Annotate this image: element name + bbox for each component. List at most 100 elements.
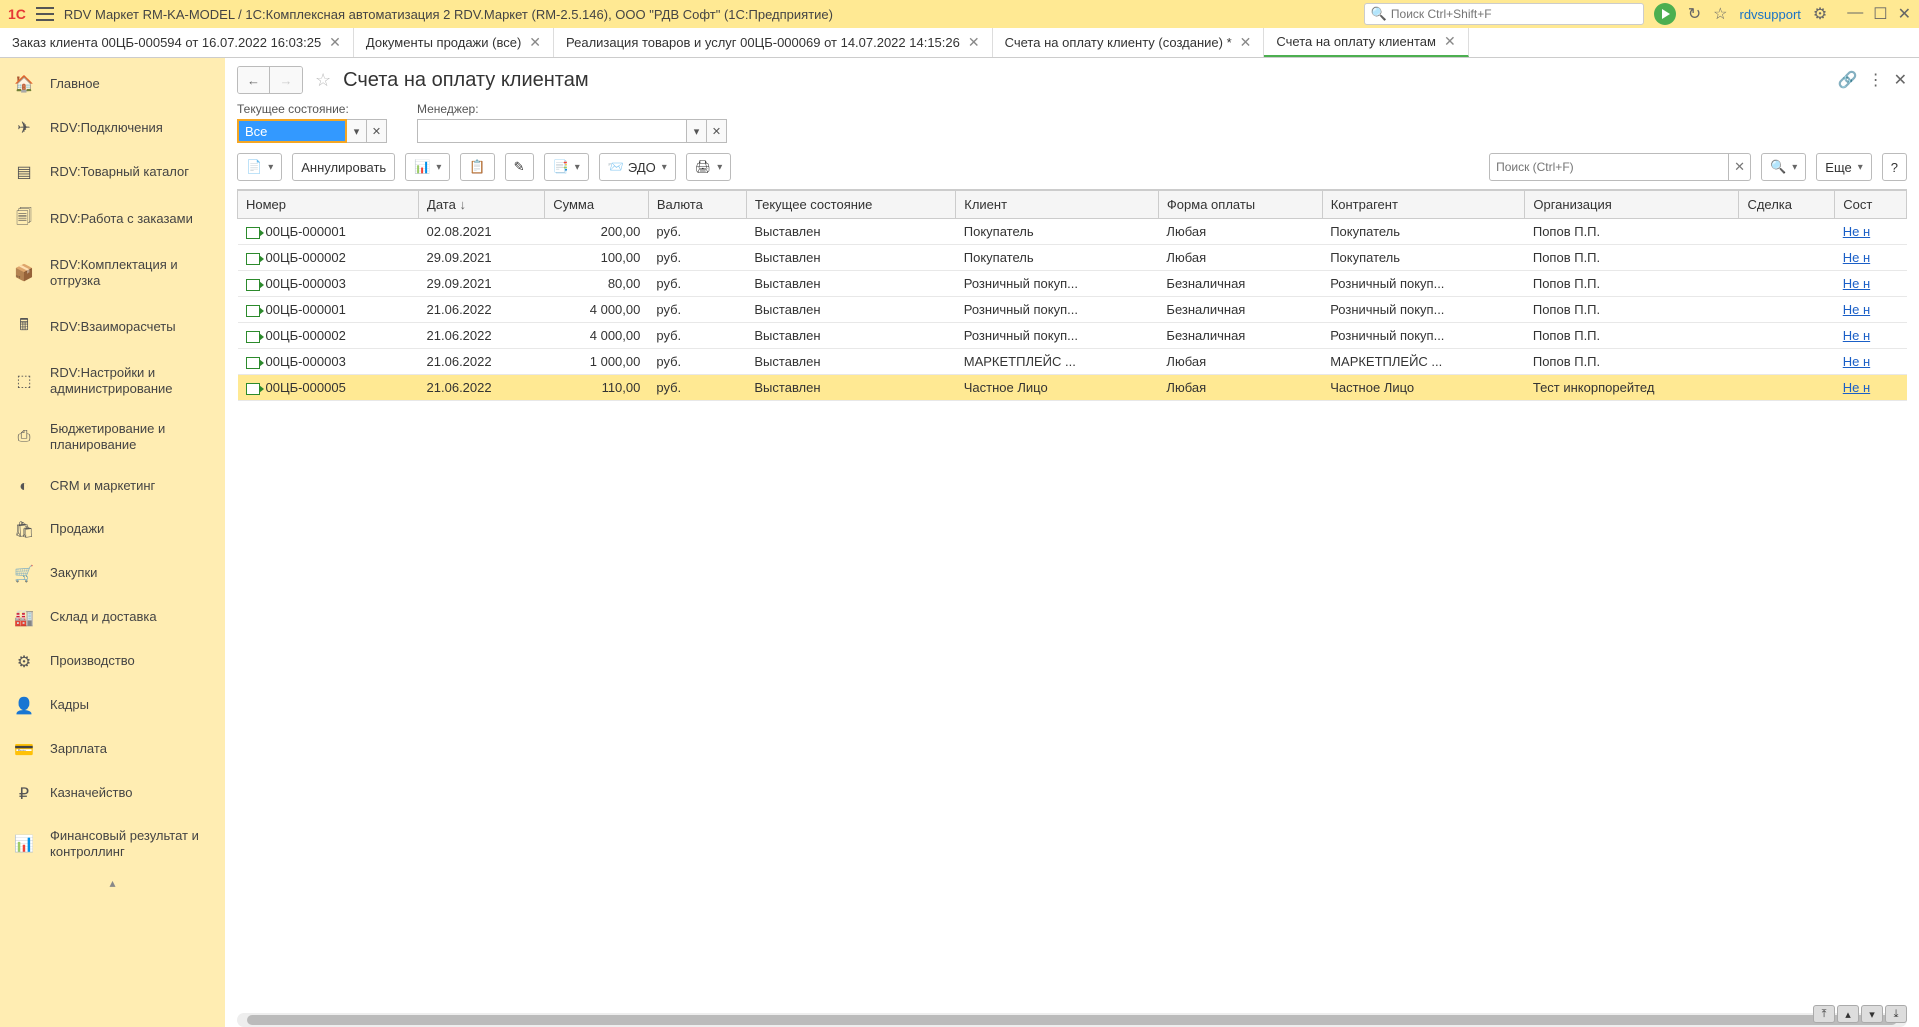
help-button[interactable]: ?: [1882, 153, 1907, 181]
table-row[interactable]: 00ЦБ-00000521.06.2022110,00руб.Выставлен…: [238, 375, 1907, 401]
page-up-icon[interactable]: ▴: [1837, 1005, 1859, 1023]
sidebar-item[interactable]: ▤RDV:Товарный каталог: [0, 150, 225, 194]
column-header[interactable]: Номер: [238, 191, 419, 219]
tab[interactable]: Счета на оплату клиентам ✕: [1264, 28, 1468, 57]
forward-button[interactable]: →: [270, 67, 302, 93]
copy-button[interactable]: 📑▾: [544, 153, 589, 181]
h-scrollbar[interactable]: [237, 1013, 1907, 1027]
status-link[interactable]: Не н: [1843, 328, 1870, 343]
sidebar-item[interactable]: ⚙Производство: [0, 640, 225, 684]
sidebar-item[interactable]: 📦RDV:Комплектация и отгрузка: [0, 245, 225, 302]
tab-label: Счета на оплату клиентам: [1276, 34, 1436, 49]
sidebar-item[interactable]: ✈RDV:Подключения: [0, 106, 225, 150]
manager-clear-icon[interactable]: ✕: [707, 119, 727, 143]
sidebar-item[interactable]: 🏠Главное: [0, 62, 225, 106]
tab[interactable]: Документы продажи (все)✕: [354, 28, 554, 57]
play-icon[interactable]: [1654, 3, 1676, 25]
manager-dropdown-icon[interactable]: ▾: [687, 119, 707, 143]
table-row[interactable]: 00ЦБ-00000121.06.20224 000,00руб.Выставл…: [238, 297, 1907, 323]
status-link[interactable]: Не н: [1843, 224, 1870, 239]
sidebar-item[interactable]: 💳Зарплата: [0, 728, 225, 772]
state-clear-icon[interactable]: ✕: [367, 119, 387, 143]
print-button[interactable]: 🖨▾: [686, 153, 732, 181]
create-button[interactable]: 📄▾: [237, 153, 282, 181]
doc-icon: [246, 279, 260, 291]
sidebar-item[interactable]: 🛒Закупки: [0, 552, 225, 596]
main-menu-icon[interactable]: [36, 7, 54, 21]
column-header[interactable]: Сделка: [1739, 191, 1835, 219]
annul-button[interactable]: Аннулировать: [292, 153, 395, 181]
column-header[interactable]: Организация: [1525, 191, 1739, 219]
sidebar-item[interactable]: 🖩RDV:Взаиморасчеты: [0, 302, 225, 353]
column-header[interactable]: Валюта: [648, 191, 746, 219]
column-header[interactable]: Текущее состояние: [746, 191, 955, 219]
search-button[interactable]: 🔍▾: [1761, 153, 1806, 181]
table-row[interactable]: 00ЦБ-00000102.08.2021200,00руб.Выставлен…: [238, 219, 1907, 245]
more-menu-icon[interactable]: ⋮: [1868, 70, 1884, 90]
list-button[interactable]: 📋: [460, 153, 494, 181]
sidebar-item[interactable]: ₽Казначейство: [0, 772, 225, 816]
state-filter-input[interactable]: [237, 119, 347, 143]
tab-close-icon[interactable]: ✕: [968, 34, 980, 51]
table-row[interactable]: 00ЦБ-00000329.09.202180,00руб.ВыставленР…: [238, 271, 1907, 297]
close-page-icon[interactable]: ✕: [1894, 70, 1907, 90]
page-down-icon[interactable]: ▾: [1861, 1005, 1883, 1023]
settings-icon[interactable]: ⚙: [1813, 4, 1827, 24]
sidebar-item[interactable]: ⎙Бюджетирование и планирование: [0, 409, 225, 466]
minimize-icon[interactable]: —: [1847, 4, 1863, 24]
sidebar-item[interactable]: ⬚RDV:Настройки и администрирование: [0, 353, 225, 410]
status-link[interactable]: Не н: [1843, 276, 1870, 291]
tab[interactable]: Заказ клиента 00ЦБ-000594 от 16.07.2022 …: [0, 28, 354, 57]
tab-close-icon[interactable]: ✕: [1444, 33, 1456, 50]
sidebar-collapse-icon[interactable]: ▴: [0, 872, 225, 894]
status-link[interactable]: Не н: [1843, 250, 1870, 265]
page-last-icon[interactable]: ⤓: [1885, 1005, 1907, 1023]
sidebar-item-icon: 🗐: [14, 206, 34, 233]
table-search-clear-icon[interactable]: ✕: [1729, 153, 1751, 181]
edo-button[interactable]: 📨 ЭДО▾: [599, 153, 676, 181]
column-header[interactable]: Контрагент: [1322, 191, 1525, 219]
tab-close-icon[interactable]: ✕: [329, 34, 341, 51]
status-link[interactable]: Не н: [1843, 354, 1870, 369]
global-search-input[interactable]: [1391, 7, 1637, 21]
global-search[interactable]: 🔍: [1364, 3, 1644, 25]
column-header[interactable]: Клиент: [956, 191, 1159, 219]
table-row[interactable]: 00ЦБ-00000229.09.2021100,00руб.Выставлен…: [238, 245, 1907, 271]
sidebar-item[interactable]: 👤Кадры: [0, 684, 225, 728]
more-button[interactable]: Еще▾: [1816, 153, 1871, 181]
state-dropdown-icon[interactable]: ▾: [347, 119, 367, 143]
sidebar-item[interactable]: 🛍Продажи: [0, 508, 225, 552]
page-first-icon[interactable]: ⤒: [1813, 1005, 1835, 1023]
column-header[interactable]: Форма оплаты: [1158, 191, 1322, 219]
edit-button[interactable]: ✎: [505, 153, 534, 181]
back-button[interactable]: ←: [238, 67, 270, 93]
tab[interactable]: Реализация товаров и услуг 00ЦБ-000069 о…: [554, 28, 993, 57]
tab-close-icon[interactable]: ✕: [529, 34, 541, 51]
close-icon[interactable]: ✕: [1898, 4, 1911, 24]
history-icon[interactable]: ↻: [1688, 4, 1701, 24]
sidebar-item[interactable]: 🏭Склад и доставка: [0, 596, 225, 640]
report-button[interactable]: 📊▾: [405, 153, 450, 181]
user-label[interactable]: rdvsupport: [1739, 7, 1800, 22]
tab-close-icon[interactable]: ✕: [1240, 34, 1252, 51]
table-row[interactable]: 00ЦБ-00000321.06.20221 000,00руб.Выставл…: [238, 349, 1907, 375]
favorite-icon[interactable]: ☆: [315, 70, 331, 91]
sidebar-item[interactable]: ◐CRM и маркетинг: [0, 466, 225, 508]
manager-filter-input[interactable]: [417, 119, 687, 143]
column-header[interactable]: Дата: [419, 191, 545, 219]
status-link[interactable]: Не н: [1843, 380, 1870, 395]
sidebar-item[interactable]: 📊Финансовый результат и контроллинг: [0, 816, 225, 873]
cell: 00ЦБ-000002: [238, 323, 419, 349]
column-header[interactable]: Сумма: [545, 191, 649, 219]
table-search-input[interactable]: [1489, 153, 1729, 181]
maximize-icon[interactable]: ☐: [1873, 4, 1887, 24]
link-icon[interactable]: 🔗: [1838, 70, 1858, 90]
column-header[interactable]: Сост: [1835, 191, 1907, 219]
tab[interactable]: Счета на оплату клиенту (создание) *✕: [993, 28, 1265, 57]
star-icon[interactable]: ☆: [1713, 4, 1727, 24]
status-link[interactable]: Не н: [1843, 302, 1870, 317]
cell: Выставлен: [746, 375, 955, 401]
sidebar-item[interactable]: 🗐RDV:Работа с заказами: [0, 194, 225, 245]
table-row[interactable]: 00ЦБ-00000221.06.20224 000,00руб.Выставл…: [238, 323, 1907, 349]
cell: Не н: [1835, 323, 1907, 349]
